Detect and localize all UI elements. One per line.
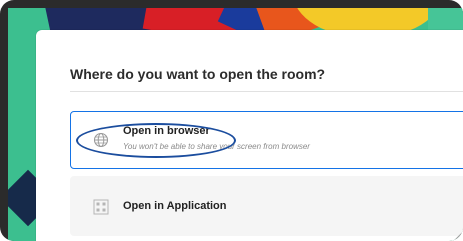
open-in-application-option[interactable]: Open in Application [70,176,463,236]
resize-corner-icon [449,227,463,241]
divider [70,91,463,92]
highlight-annotation-circle [76,123,236,158]
open-in-application-label: Open in Application [123,200,227,212]
screen-frame: Where do you want to open the room? Open… [0,0,463,241]
app-grid-icon [93,199,109,215]
dialog-title: Where do you want to open the room? [70,66,326,82]
